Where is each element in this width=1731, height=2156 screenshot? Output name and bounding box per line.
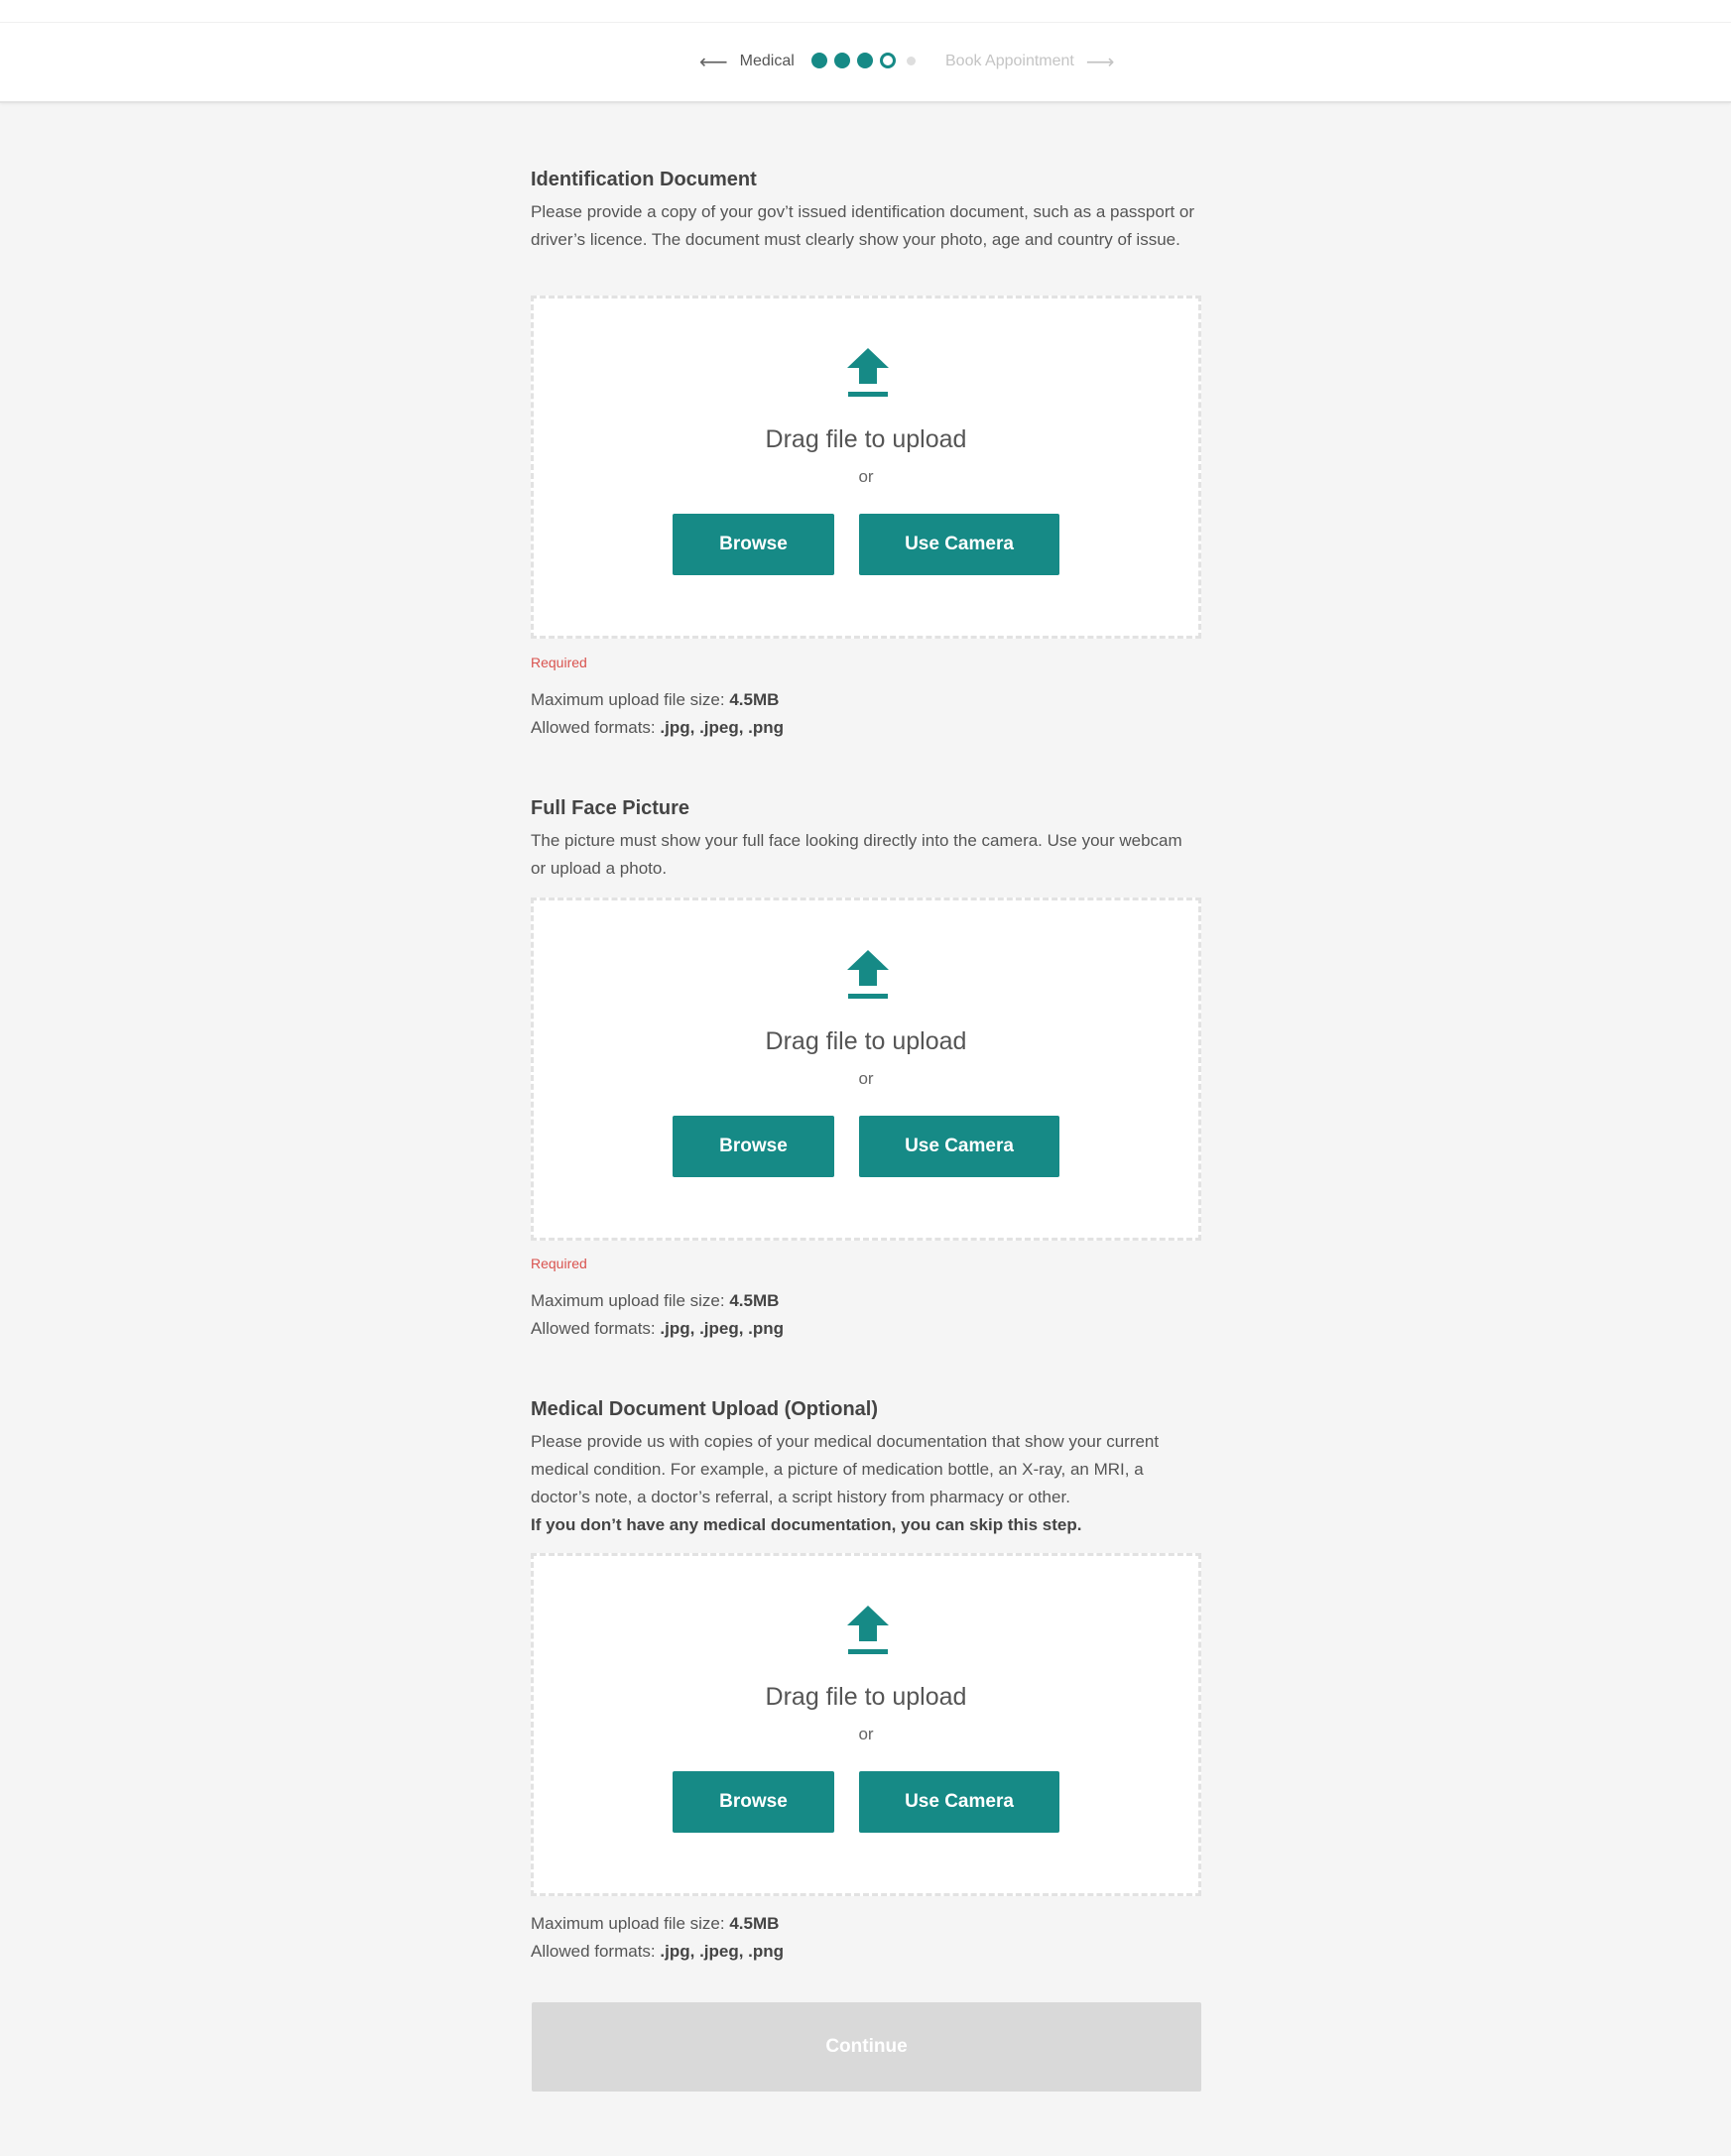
drag-file-text: Drag file to upload [765,1027,967,1055]
file-dropzone[interactable]: Drag file to upload or Browse Use Camera [531,296,1201,639]
formats-line: Allowed formats: .jpg, .jpeg, .png [531,1315,784,1343]
max-size-value: 4.5MB [729,1914,780,1933]
next-link: Book Appointment ⟶ [945,48,1115,75]
max-size-label: Maximum upload file size: [531,1914,725,1933]
or-separator: or [858,1069,874,1088]
step-dot-current [880,53,896,68]
section-description: Please provide us with copies of your me… [531,1428,1201,1539]
max-size-label: Maximum upload file size: [531,690,725,709]
browse-button[interactable]: Browse [673,1771,834,1833]
or-separator: or [858,467,874,486]
drag-file-text: Drag file to upload [765,1683,967,1711]
formats-value: .jpg, .jpeg, .png [660,1319,785,1338]
max-size-value: 4.5MB [729,1291,780,1310]
formats-line: Allowed formats: .jpg, .jpeg, .png [531,714,784,742]
section-description: Please provide a copy of your gov’t issu… [531,202,1195,249]
section-title: Full Face Picture [531,797,690,819]
arrow-right-icon: ⟶ [1085,51,1115,73]
use-camera-button[interactable]: Use Camera [859,514,1059,575]
section-title: Identification Document [531,169,757,190]
required-error: Required [531,1256,587,1271]
formats-label: Allowed formats: [531,1319,656,1338]
identification-document-section: Identification Document Please provide a… [531,167,1201,737]
back-link[interactable]: ⟵ Medical [699,48,795,75]
step-dot-completed [811,53,827,68]
medical-document-section: Medical Document Upload (Optional) Pleas… [531,1396,1201,1961]
formats-value: .jpg, .jpeg, .png [660,1942,785,1961]
browse-button[interactable]: Browse [673,1116,834,1177]
upload-icon [847,1606,889,1654]
or-separator: or [858,1725,874,1743]
file-dropzone[interactable]: Drag file to upload or Browse Use Camera [531,1553,1201,1896]
max-size-value: 4.5MB [729,690,780,709]
file-dropzone[interactable]: Drag file to upload or Browse Use Camera [531,898,1201,1241]
formats-value: .jpg, .jpeg, .png [660,718,785,737]
max-size-line: Maximum upload file size: 4.5MB [531,1910,784,1938]
step-navigation: ⟵ Medical Book Appointment ⟶ [0,48,1731,75]
skip-note: If you don’t have any medical documentat… [531,1515,1082,1534]
upload-constraints: Maximum upload file size: 4.5MB Allowed … [531,1910,784,1966]
max-size-line: Maximum upload file size: 4.5MB [531,686,784,714]
formats-label: Allowed formats: [531,718,656,737]
arrow-left-icon: ⟵ [699,51,728,73]
continue-button[interactable]: Continue [532,2002,1201,2092]
step-dot-completed [857,53,873,68]
browse-button[interactable]: Browse [673,514,834,575]
upload-constraints: Maximum upload file size: 4.5MB Allowed … [531,1287,784,1343]
formats-line: Allowed formats: .jpg, .jpeg, .png [531,1938,784,1966]
upload-icon [847,950,889,999]
full-face-picture-section: Full Face Picture The picture must show … [531,795,1201,1338]
section-description: The picture must show your full face loo… [531,831,1182,878]
section-description-text: Please provide us with copies of your me… [531,1432,1160,1506]
upload-icon [847,348,889,397]
header-divider [0,22,1731,23]
section-title: Medical Document Upload (Optional) [531,1398,879,1420]
required-error: Required [531,655,587,670]
upload-constraints: Maximum upload file size: 4.5MB Allowed … [531,686,784,742]
max-size-label: Maximum upload file size: [531,1291,725,1310]
back-link-label: Medical [739,53,795,69]
use-camera-button[interactable]: Use Camera [859,1771,1059,1833]
step-indicator [811,53,923,68]
max-size-line: Maximum upload file size: 4.5MB [531,1287,784,1315]
step-dot-upcoming [907,56,916,65]
drag-file-text: Drag file to upload [765,425,967,453]
progress-header: ⟵ Medical Book Appointment ⟶ [0,0,1731,103]
next-link-label: Book Appointment [945,53,1074,69]
step-dot-completed [834,53,850,68]
use-camera-button[interactable]: Use Camera [859,1116,1059,1177]
formats-label: Allowed formats: [531,1942,656,1961]
